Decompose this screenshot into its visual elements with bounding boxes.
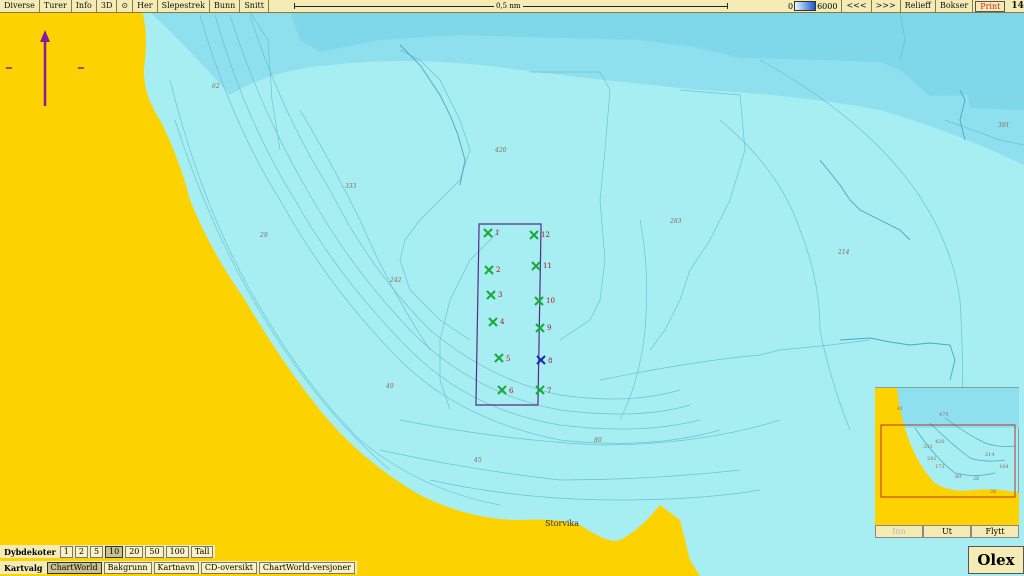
next-button[interactable]: >>> — [872, 0, 901, 12]
chart-option-chartworld[interactable]: ChartWorld — [46, 561, 102, 574]
depth-option-5[interactable]: 5 — [89, 545, 104, 558]
svg-text:62: 62 — [212, 83, 220, 90]
minimap[interactable]: 41 475 420 333 242 173 214 80 26 26 164 — [875, 381, 1019, 539]
chart-select-bar: Kartvalg ChartWorld Bakgrunn Kartnavn CD… — [0, 561, 357, 574]
menu-snitt[interactable]: Snitt — [240, 0, 269, 12]
svg-text:333: 333 — [923, 444, 933, 450]
scale-label: 0,5 nm — [494, 0, 523, 12]
depth-option-50[interactable]: 50 — [145, 545, 164, 558]
menu-diverse[interactable]: Diverse — [0, 0, 40, 12]
north-tick-left — [6, 67, 12, 69]
wp-label: 6 — [509, 387, 514, 395]
survey-box[interactable] — [475, 223, 542, 406]
wp-label: 8 — [548, 357, 552, 365]
svg-text:214: 214 — [985, 452, 995, 458]
svg-text:26: 26 — [990, 489, 996, 495]
svg-text:41: 41 — [897, 406, 903, 412]
wp-label: 3 — [498, 291, 502, 299]
waypoint-12 — [529, 230, 539, 240]
minimap-controls: Inn Ut Flytt — [875, 525, 1019, 538]
svg-text:391: 391 — [998, 122, 1009, 129]
zoom-in-button[interactable]: Inn — [875, 525, 923, 538]
waypoint-labels: 1 2 3 4 5 6 7 8 9 10 11 12 — [495, 229, 555, 395]
legend-max: 6000 — [817, 1, 838, 11]
chart-map[interactable]: 1 2 3 4 5 6 7 8 9 10 11 12 62 420 333 28… — [0, 0, 1024, 576]
waypoint-4 — [488, 317, 498, 327]
wp-label: 11 — [543, 262, 552, 270]
relief-button[interactable]: Relieff — [901, 0, 936, 12]
wp-label: 10 — [546, 297, 555, 305]
land-left — [0, 12, 700, 576]
depth-bar-label: Dybdekoter — [4, 546, 56, 557]
place-name: Storvika — [545, 519, 579, 528]
wp-label: 4 — [500, 318, 505, 326]
svg-text:475: 475 — [939, 412, 949, 418]
depth-option-20[interactable]: 20 — [125, 545, 144, 558]
print-button[interactable]: Print — [975, 0, 1006, 12]
depth-contour-bar: Dybdekoter 1 2 5 10 20 50 100 Tall — [0, 545, 216, 558]
north-arrow-icon — [40, 30, 84, 106]
chart-option-chartworld-versions[interactable]: ChartWorld-versjoner — [258, 561, 355, 574]
target-icon[interactable]: ⊙ — [117, 0, 134, 12]
svg-text:242: 242 — [927, 456, 937, 462]
scale-bar: 0,5 nm — [294, 0, 728, 12]
waypoint-7 — [535, 385, 545, 395]
svg-text:242: 242 — [389, 277, 402, 284]
svg-text:214: 214 — [837, 249, 850, 256]
depth-option-tall[interactable]: Tall — [190, 545, 214, 558]
waypoint-3 — [486, 290, 496, 300]
chart-bar-label: Kartvalg — [4, 562, 43, 573]
wp-label: 1 — [495, 229, 499, 237]
prev-button[interactable]: <<< — [841, 0, 872, 12]
bokser-button[interactable]: Bokser — [936, 0, 974, 12]
svg-text:80: 80 — [955, 474, 961, 480]
waypoint-markers[interactable] — [483, 228, 546, 395]
wp-label: 9 — [547, 324, 551, 332]
depth-option-1[interactable]: 1 — [59, 545, 73, 558]
menu-info[interactable]: Info — [72, 0, 97, 12]
svg-text:49: 49 — [385, 383, 394, 390]
move-button[interactable]: Flytt — [971, 525, 1019, 538]
waypoint-10 — [534, 296, 544, 306]
svg-text:333: 333 — [345, 183, 357, 190]
svg-text:29: 29 — [259, 232, 268, 239]
chart-option-bakgrunn[interactable]: Bakgrunn — [103, 561, 152, 574]
waypoint-1 — [483, 228, 493, 238]
depth-option-10[interactable]: 10 — [105, 545, 124, 558]
svg-text:45: 45 — [473, 457, 482, 464]
chart-option-kartnavn[interactable]: Kartnavn — [153, 561, 199, 574]
waypoint-9 — [535, 323, 545, 333]
wp-label: 7 — [547, 387, 551, 395]
svg-text:164: 164 — [999, 464, 1009, 470]
clock: 14:44:54 — [1007, 0, 1024, 12]
olex-logo: Olex — [968, 546, 1024, 574]
chart-option-cd-oversikt[interactable]: CD-oversikt — [200, 561, 257, 574]
svg-text:173: 173 — [935, 464, 945, 470]
waypoint-2 — [484, 265, 494, 275]
legend-gradient — [794, 1, 817, 11]
svg-text:26: 26 — [973, 476, 979, 482]
waypoint-5 — [494, 353, 504, 363]
svg-text:420: 420 — [935, 439, 945, 445]
wp-label: 2 — [496, 266, 500, 274]
wp-label: 12 — [541, 231, 550, 239]
svg-text:80: 80 — [594, 437, 602, 444]
menu-turer[interactable]: Turer — [40, 0, 72, 12]
menu-her[interactable]: Her — [133, 0, 158, 12]
menu-slepestrek[interactable]: Slepestrek — [158, 0, 210, 12]
depth-option-2[interactable]: 2 — [74, 545, 88, 558]
legend-min: 0 — [788, 1, 794, 11]
depth-option-100[interactable]: 100 — [165, 545, 189, 558]
zoom-out-button[interactable]: Ut — [923, 525, 971, 538]
menu-3d[interactable]: 3D — [97, 0, 118, 12]
menu-bunn[interactable]: Bunn — [210, 0, 241, 12]
svg-text:420: 420 — [494, 147, 507, 154]
svg-text:283: 283 — [669, 218, 682, 225]
wp-label: 5 — [506, 355, 510, 363]
depth-legend: 0 6000 <<< >>> Relieff Bokser Print 14:4… — [788, 0, 1024, 12]
waypoint-11 — [531, 261, 541, 271]
